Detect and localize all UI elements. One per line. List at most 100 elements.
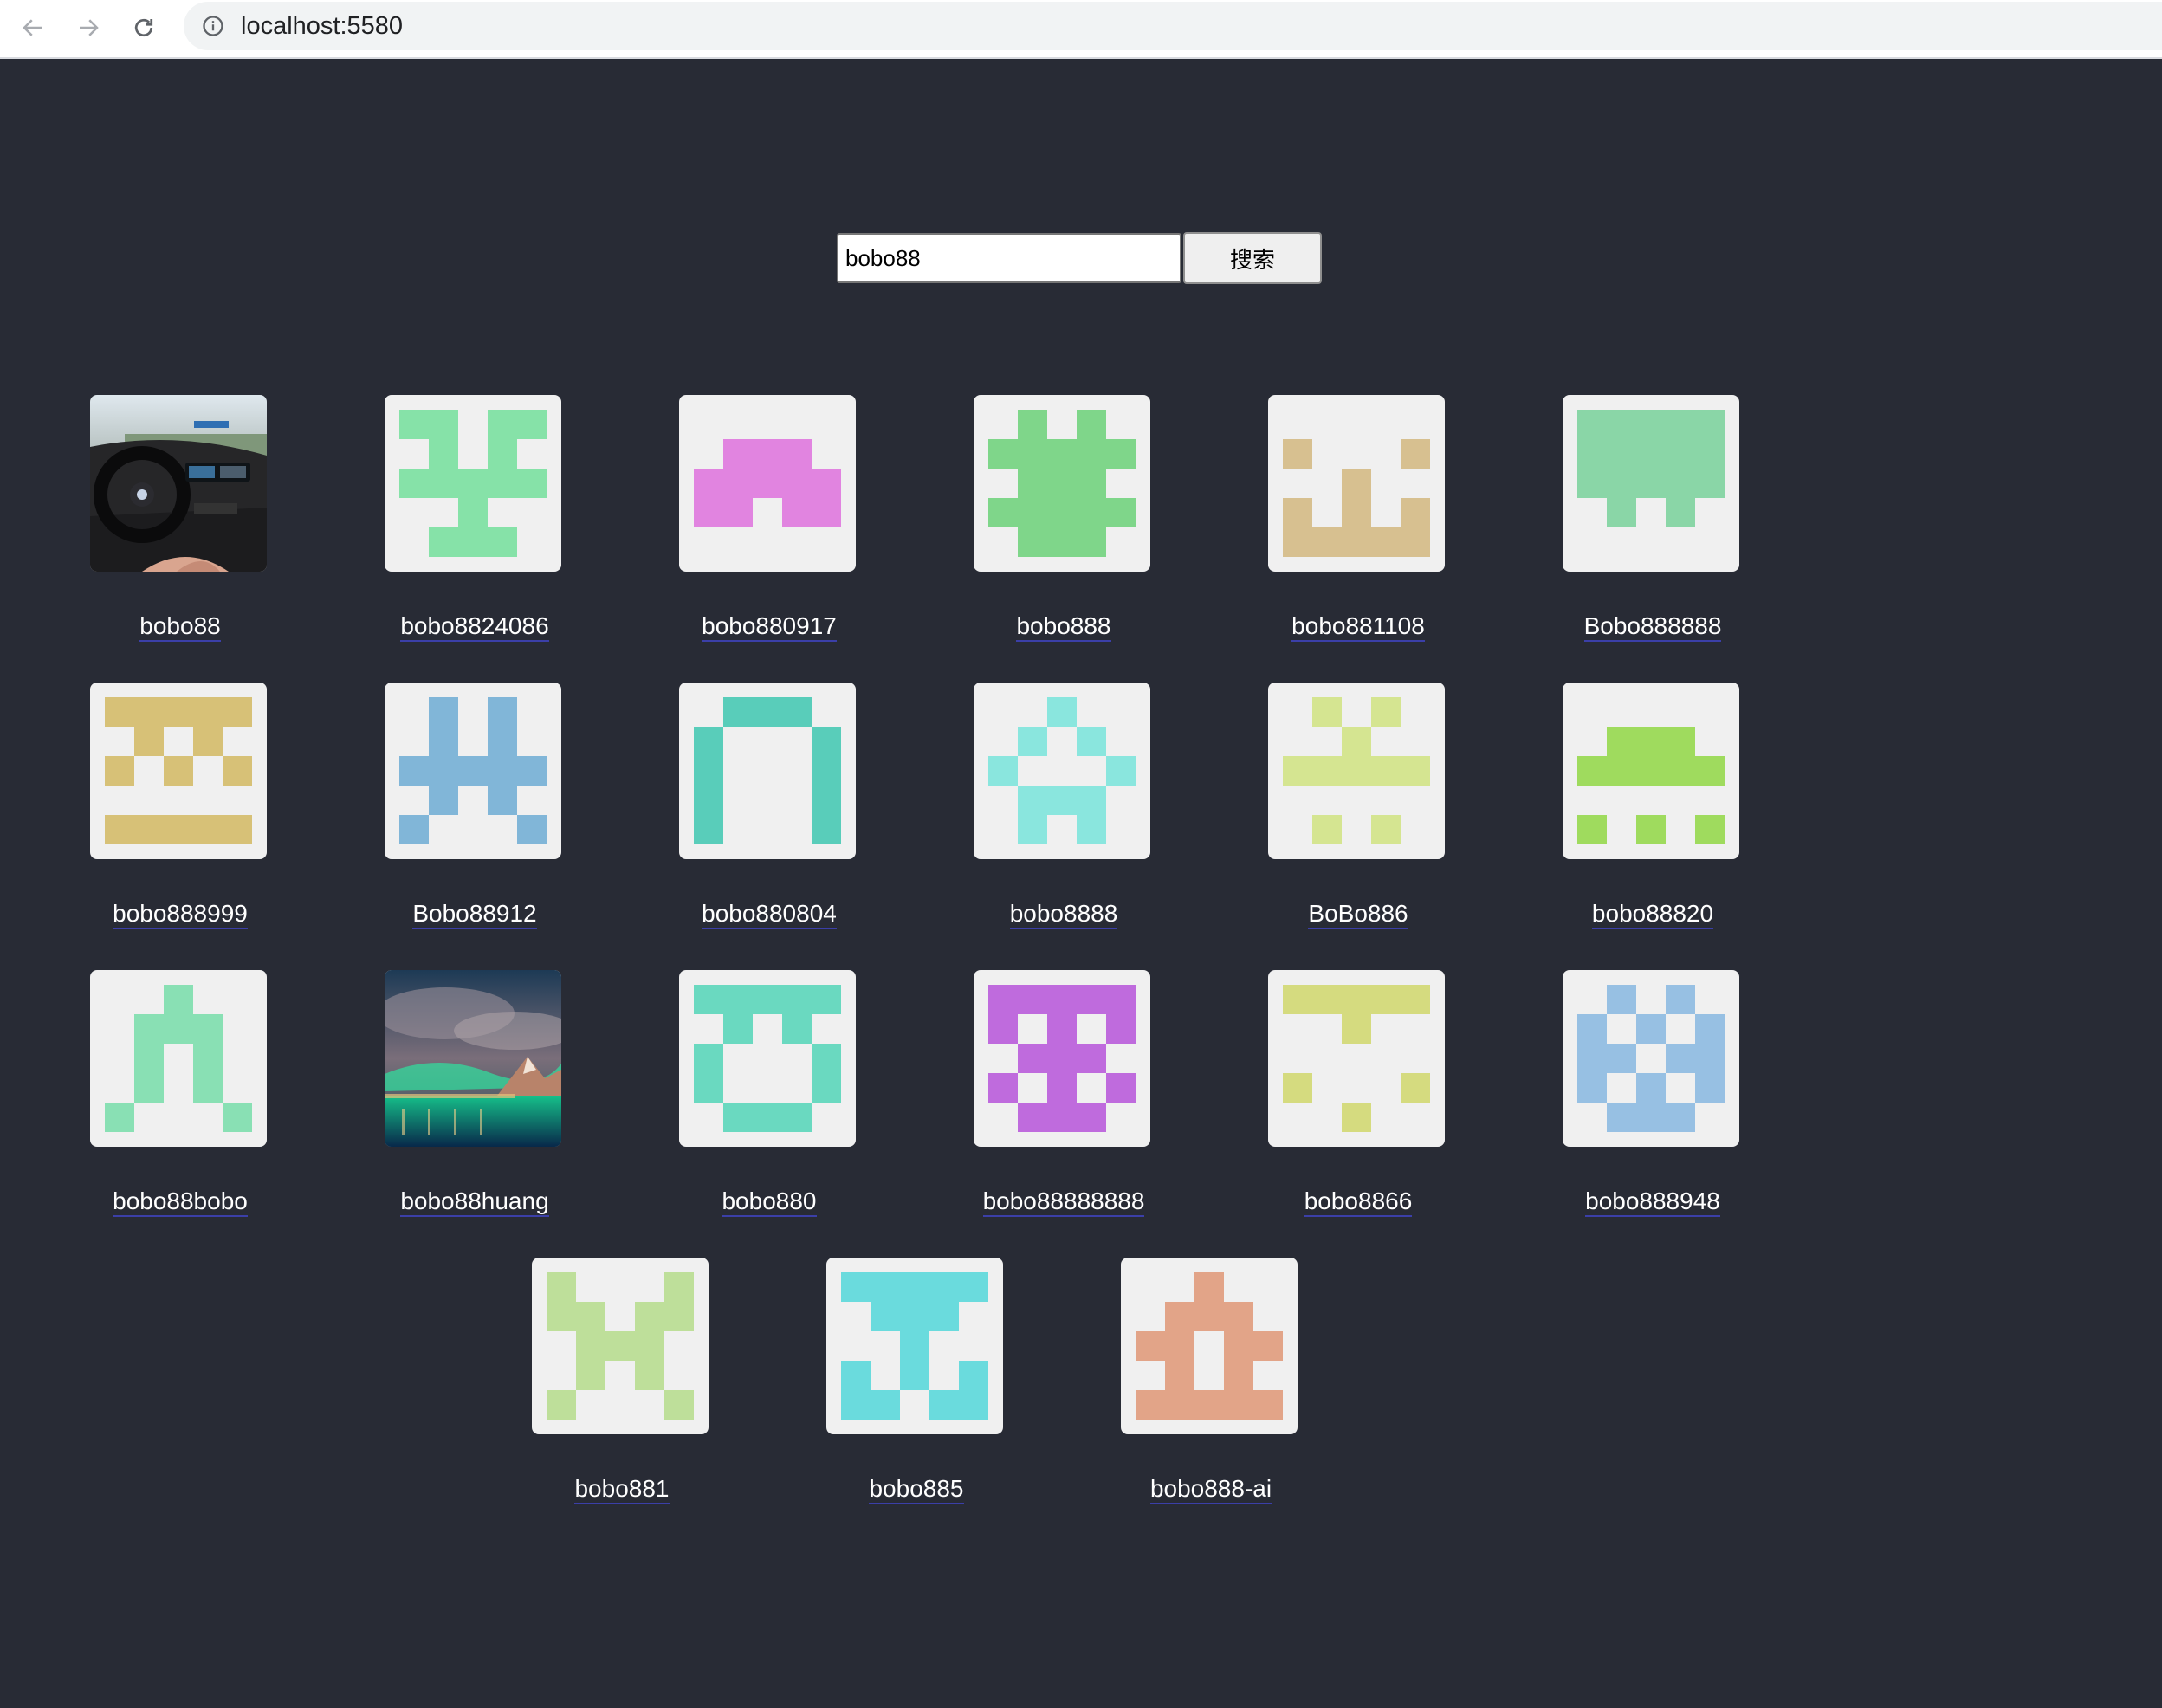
username-text[interactable]: bobo888 [1016,612,1111,642]
identicon-cell [488,756,517,786]
forward-button[interactable] [71,10,106,45]
user-card[interactable]: bobo88bobo [33,970,327,1230]
username-text[interactable]: bobo88820 [1591,900,1714,929]
username-text[interactable]: bobo888948 [1585,1187,1720,1217]
user-card[interactable]: bobo888999 [33,683,327,942]
username-text[interactable]: bobo880917 [702,612,837,642]
user-card[interactable]: bobo8866 [1211,970,1505,1230]
username-link[interactable]: BoBo886 [1211,899,1505,929]
username-link[interactable]: Bobo88912 [327,899,622,929]
user-card[interactable]: bobo88 [33,395,327,655]
username-link[interactable]: bobo888 [916,611,1211,642]
username-text[interactable]: bobo888-ai [1149,1475,1272,1504]
avatar[interactable] [385,683,561,859]
user-card[interactable]: bobo888 [916,395,1211,655]
avatar[interactable] [679,683,856,859]
username-link[interactable]: bobo881 [475,1474,769,1504]
username-link[interactable]: bobo888999 [33,899,327,929]
address-bar[interactable]: localhost:5580 [184,2,2162,50]
username-text[interactable]: bobo885 [869,1475,964,1504]
user-card[interactable]: bobo8888 [916,683,1211,942]
username-link[interactable]: bobo88 [33,611,327,642]
avatar[interactable] [1268,683,1445,859]
user-card[interactable]: bobo88huang [327,970,622,1230]
identicon-cell [429,527,458,557]
username-link[interactable]: bobo881108 [1211,611,1505,642]
reload-icon [134,18,153,37]
identicon-cell [1194,1390,1224,1420]
avatar[interactable] [974,683,1150,859]
username-text[interactable]: bobo880804 [702,900,837,929]
avatar[interactable] [90,683,267,859]
reload-button[interactable] [126,10,161,45]
username-link[interactable]: Bobo888888 [1505,611,1800,642]
username-text[interactable]: bobo8888 [1009,900,1118,929]
avatar[interactable] [679,395,856,572]
username-text[interactable]: bobo888999 [113,900,248,929]
avatar[interactable] [1268,970,1445,1147]
identicon-image [694,985,841,1132]
username-text[interactable]: bobo88huang [400,1187,549,1217]
username-text[interactable]: bobo88bobo [113,1187,248,1217]
avatar[interactable] [974,395,1150,572]
user-card[interactable]: bobo8824086 [327,395,622,655]
search-button[interactable]: 搜索 [1183,232,1322,284]
avatar[interactable] [1563,395,1739,572]
avatar[interactable] [1563,970,1739,1147]
avatar[interactable] [1563,683,1739,859]
username-text[interactable]: bobo88888888 [982,1187,1145,1217]
username-link[interactable]: bobo88888888 [916,1187,1211,1217]
avatar[interactable] [826,1258,1003,1434]
username-link[interactable]: bobo8824086 [327,611,622,642]
user-card[interactable]: bobo880 [622,970,916,1230]
user-card[interactable]: bobo885 [769,1258,1064,1517]
user-card[interactable]: bobo88888888 [916,970,1211,1230]
avatar[interactable] [90,970,267,1147]
avatar[interactable] [532,1258,709,1434]
user-card[interactable]: bobo881108 [1211,395,1505,655]
username-link[interactable]: bobo880 [622,1187,916,1217]
identicon-image [988,697,1136,844]
user-card[interactable]: bobo881 [475,1258,769,1517]
username-text[interactable]: bobo881108 [1291,612,1425,642]
user-card[interactable]: Bobo88912 [327,683,622,942]
username-text[interactable]: BoBo886 [1308,900,1408,929]
username-text[interactable]: bobo880 [722,1187,817,1217]
username-link[interactable]: bobo8866 [1211,1187,1505,1217]
user-card[interactable]: bobo880804 [622,683,916,942]
username-link[interactable]: bobo880917 [622,611,916,642]
username-link[interactable]: bobo880804 [622,899,916,929]
username-link[interactable]: bobo8888 [916,899,1211,929]
username-link[interactable]: bobo885 [769,1474,1064,1504]
username-link[interactable]: bobo888-ai [1064,1474,1358,1504]
user-card[interactable]: bobo888948 [1505,970,1800,1230]
avatar[interactable] [679,970,856,1147]
username-link[interactable]: bobo88huang [327,1187,622,1217]
username-link[interactable]: bobo888948 [1505,1187,1800,1217]
user-card[interactable]: bobo880917 [622,395,916,655]
user-card[interactable]: bobo88820 [1505,683,1800,942]
avatar[interactable] [385,395,561,572]
search-input[interactable] [837,233,1181,283]
username-text[interactable]: Bobo88912 [412,900,537,929]
avatar[interactable] [1268,395,1445,572]
identicon-cell [929,1302,959,1331]
url-text[interactable]: localhost:5580 [241,12,403,40]
info-icon[interactable] [201,14,225,38]
username-link[interactable]: bobo88820 [1505,899,1800,929]
user-card[interactable]: Bobo888888 [1505,395,1800,655]
avatar[interactable] [385,970,561,1147]
user-card[interactable]: BoBo886 [1211,683,1505,942]
username-text[interactable]: Bobo888888 [1583,612,1722,642]
avatar[interactable] [1121,1258,1298,1434]
identicon-cell [694,1073,723,1103]
username-text[interactable]: bobo8866 [1304,1187,1413,1217]
user-card[interactable]: bobo888-ai [1064,1258,1358,1517]
avatar[interactable] [90,395,267,572]
username-text[interactable]: bobo8824086 [400,612,549,642]
username-text[interactable]: bobo881 [574,1475,670,1504]
username-text[interactable]: bobo88 [139,612,221,642]
username-link[interactable]: bobo88bobo [33,1187,327,1217]
back-button[interactable] [16,10,50,45]
avatar[interactable] [974,970,1150,1147]
